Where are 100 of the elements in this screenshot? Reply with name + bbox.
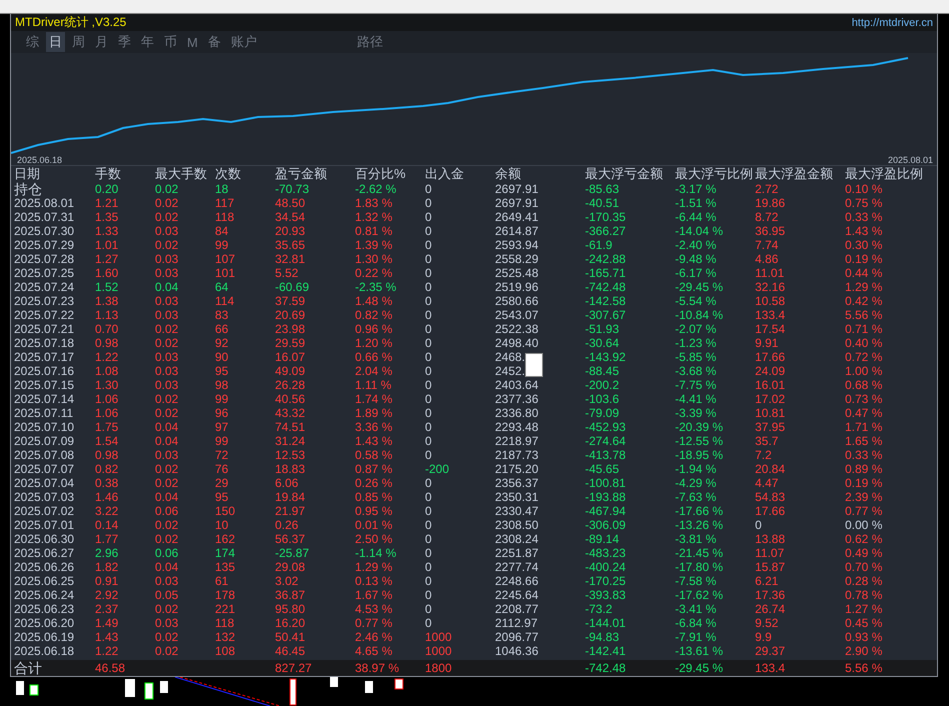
tab[interactable]: M xyxy=(184,34,201,51)
date-cell: 2025.07.24 xyxy=(14,280,74,294)
tab[interactable]: 年 xyxy=(138,32,157,52)
table-cell: 12.53 xyxy=(275,448,306,462)
table-cell: 0 xyxy=(425,308,432,322)
website-link[interactable]: http://mtdriver.cn xyxy=(852,16,933,29)
table-cell: 3.36 % xyxy=(355,420,392,434)
tab[interactable]: 账户 xyxy=(228,32,260,52)
table-cell: 0.62 % xyxy=(845,532,882,546)
table-cell: 0.33 % xyxy=(845,210,882,224)
table-cell: 1.27 % xyxy=(845,602,882,616)
table-cell: 0.05 xyxy=(155,588,178,602)
table-cell: 5.52 xyxy=(275,266,298,280)
tab[interactable]: 备 xyxy=(204,32,224,52)
table-cell: 92 xyxy=(215,336,228,350)
table-cell: 9.52 xyxy=(755,616,778,630)
table-cell: 0.70 % xyxy=(845,560,882,574)
table-cell: 1.06 xyxy=(95,406,118,420)
column-header: 次数 xyxy=(215,167,241,181)
table-cell: 2218.97 xyxy=(495,434,538,448)
table-cell: 74.51 xyxy=(275,420,306,434)
table-cell: -94.83 xyxy=(585,630,620,644)
date-cell: 2025.06.26 xyxy=(14,560,74,574)
table-cell: 2377.36 xyxy=(495,392,538,406)
date-cell: 2025.07.08 xyxy=(14,448,74,462)
table-cell: -242.88 xyxy=(585,252,626,266)
table-cell: 2697.91 xyxy=(495,196,538,210)
table-cell: 50.41 xyxy=(275,630,306,644)
row-label: 持仓 xyxy=(14,182,42,196)
table-cell: 178 xyxy=(215,588,236,602)
table-cell: 2330.47 xyxy=(495,504,538,518)
table-cell: 0 xyxy=(425,392,432,406)
table-cell: 0.87 % xyxy=(355,462,392,476)
table-cell: 0.03 xyxy=(155,448,178,462)
table-cell: -2.35 % xyxy=(355,280,396,294)
table-cell: 84 xyxy=(215,224,228,238)
table-cell: -30.64 xyxy=(585,336,620,350)
table-cell: 90 xyxy=(215,350,228,364)
table-cell: 17.02 xyxy=(755,392,786,406)
table-cell: 16.01 xyxy=(755,378,786,392)
table-cell: -7.91 % xyxy=(675,630,716,644)
table-cell: 0 xyxy=(425,574,432,588)
table-cell: 132 xyxy=(215,630,236,644)
table-cell: 2403.64 xyxy=(495,378,538,392)
table-cell: 1.71 % xyxy=(845,420,882,434)
table-cell: 1.77 xyxy=(95,532,118,546)
table-cell: 1.49 xyxy=(95,616,118,630)
tab[interactable]: 月 xyxy=(92,32,111,52)
table-cell: 0.44 % xyxy=(845,266,882,280)
tab[interactable]: 日 xyxy=(46,32,65,52)
column-header: 最大浮盈金额 xyxy=(755,167,833,181)
table-cell: 0.02 xyxy=(155,476,178,490)
table-cell: -366.27 xyxy=(585,224,626,238)
table-cell: -13.61 % xyxy=(675,644,724,658)
table-cell: 0.04 xyxy=(155,434,178,448)
table-cell: 0.98 xyxy=(95,448,118,462)
table-cell: 99 xyxy=(215,434,228,448)
table-cell: 0.81 % xyxy=(355,224,392,238)
table-cell: 99 xyxy=(215,238,228,252)
table-cell: 0 xyxy=(425,378,432,392)
table-cell: 18.83 xyxy=(275,462,306,476)
table-cell: 133.4 xyxy=(755,308,786,322)
blank-patch xyxy=(525,353,543,377)
table-cell: 46.45 xyxy=(275,644,306,658)
table-cell: 0 xyxy=(425,476,432,490)
table-cell: -143.92 xyxy=(585,350,626,364)
table-cell: 6.21 xyxy=(755,574,778,588)
table-cell: 118 xyxy=(215,616,234,630)
tab[interactable]: 季 xyxy=(115,32,134,52)
table-cell: 2336.80 xyxy=(495,406,538,420)
table-cell: 0.02 xyxy=(155,238,178,252)
table-cell: 0 xyxy=(425,266,432,280)
table-cell: 95.80 xyxy=(275,602,306,616)
table-cell: -100.81 xyxy=(585,476,626,490)
table-cell: 49.09 xyxy=(275,364,306,378)
tab[interactable]: 币 xyxy=(161,32,180,52)
table-cell: 0.68 % xyxy=(845,378,882,392)
table-cell: 29.08 xyxy=(275,560,306,574)
table-cell: 66 xyxy=(215,322,228,336)
table-cell: 72 xyxy=(215,448,228,462)
table-cell: -165.71 xyxy=(585,266,626,280)
date-cell: 2025.07.21 xyxy=(14,322,74,336)
table-cell: 0.02 xyxy=(155,336,178,350)
date-cell: 2025.07.15 xyxy=(14,378,74,392)
table-cell: -170.25 xyxy=(585,574,626,588)
table-cell: 20.93 xyxy=(275,224,306,238)
table-cell: 1.29 % xyxy=(845,280,882,294)
date-cell: 2025.07.10 xyxy=(14,420,74,434)
table-cell: 0.98 xyxy=(95,336,118,350)
tab[interactable]: 综 xyxy=(23,32,42,52)
tab[interactable]: 周 xyxy=(69,32,88,52)
table-cell: 1.32 % xyxy=(355,210,392,224)
table-cell: 1.89 % xyxy=(355,406,392,420)
table-cell: -742.48 xyxy=(585,661,626,675)
tab[interactable]: 路径 xyxy=(354,32,386,52)
table-cell: 1.01 xyxy=(95,238,118,252)
table-cell: 117 xyxy=(215,196,234,210)
table-cell: 2.39 % xyxy=(845,490,882,504)
table-cell: 2498.40 xyxy=(495,336,538,350)
table-cell: 1.38 xyxy=(95,294,118,308)
